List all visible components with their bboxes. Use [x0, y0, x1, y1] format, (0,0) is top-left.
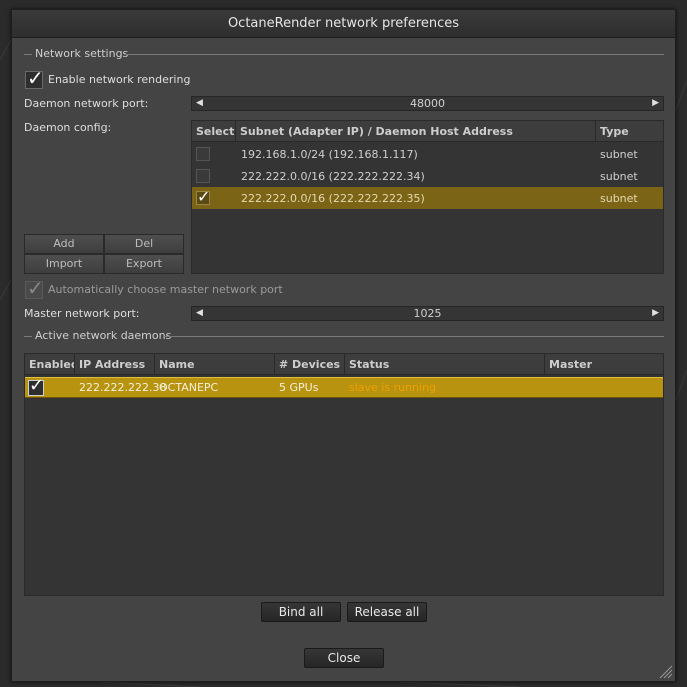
table-header: Select Subnet (Adapter IP) / Daemon Host…: [192, 121, 663, 142]
column-header-ip[interactable]: IP Address: [75, 354, 155, 375]
daemon-config-table: Select Subnet (Adapter IP) / Daemon Host…: [191, 120, 664, 274]
daemon-status-cell: slave is running: [349, 381, 437, 394]
column-header-type[interactable]: Type: [596, 121, 663, 142]
del-button[interactable]: Del: [104, 234, 184, 254]
table-row[interactable]: 192.168.1.0/24 (192.168.1.117) subnet: [192, 143, 663, 165]
type-cell: subnet: [600, 170, 638, 183]
active-daemons-table: Enabled IP Address Name # Devices Status…: [24, 353, 664, 596]
column-header-enabled[interactable]: Enabled: [25, 354, 75, 375]
daemon-name-cell: OCTANEPC: [159, 381, 219, 394]
column-header-master[interactable]: Master: [545, 354, 663, 375]
subnet-cell: 222.222.0.0/16 (222.222.222.34): [241, 170, 425, 183]
enable-network-rendering-label: Enable network rendering: [48, 73, 191, 86]
dialog-title: OctaneRender network preferences: [12, 10, 675, 38]
type-cell: subnet: [600, 148, 638, 161]
import-button[interactable]: Import: [24, 254, 104, 274]
daemon-config-label: Daemon config:: [24, 121, 112, 134]
bind-all-button[interactable]: Bind all: [261, 602, 341, 622]
daemon-port-label: Daemon network port:: [24, 97, 149, 110]
network-settings-heading: Network settings: [35, 47, 129, 60]
master-port-spinner[interactable]: ◀ 1025 ▶: [191, 306, 664, 321]
daemon-devices-cell: 5 GPUs: [279, 381, 319, 394]
column-header-name[interactable]: Name: [155, 354, 275, 375]
close-button[interactable]: Close: [304, 648, 384, 668]
increment-arrow-icon[interactable]: ▶: [652, 97, 659, 110]
auto-master-port-checkbox[interactable]: ✓: [25, 277, 44, 299]
row-select-checkbox[interactable]: [196, 169, 210, 183]
table-header: Enabled IP Address Name # Devices Status…: [25, 354, 663, 375]
subnet-cell: 222.222.0.0/16 (222.222.222.35): [241, 192, 425, 205]
column-header-select[interactable]: Select: [192, 121, 236, 142]
row-select-checkbox[interactable]: [196, 147, 210, 161]
subnet-cell: 192.168.1.0/24 (192.168.1.117): [241, 148, 418, 161]
daemon-row[interactable]: ✓ 222.222.222.38 OCTANEPC 5 GPUs slave i…: [25, 375, 663, 398]
daemon-ip-cell: 222.222.222.38: [79, 381, 167, 394]
column-header-subnet[interactable]: Subnet (Adapter IP) / Daemon Host Addres…: [236, 121, 596, 142]
decrement-arrow-icon[interactable]: ◀: [196, 97, 203, 110]
checkmark-icon: ✓: [197, 187, 211, 206]
resize-grip-icon[interactable]: [657, 663, 673, 679]
export-button[interactable]: Export: [104, 254, 184, 274]
daemon-port-spinner[interactable]: ◀ 48000 ▶: [191, 96, 664, 111]
enable-network-rendering-checkbox[interactable]: ✓: [25, 67, 44, 89]
checkmark-icon: ✓: [27, 276, 44, 300]
checkmark-icon: ✓: [29, 375, 45, 396]
release-all-button[interactable]: Release all: [347, 602, 427, 622]
checkmark-icon: ✓: [27, 66, 44, 90]
increment-arrow-icon[interactable]: ▶: [652, 307, 659, 320]
section-divider: [24, 336, 32, 337]
daemon-port-value: 48000: [410, 97, 445, 110]
add-button[interactable]: Add: [24, 234, 104, 254]
decrement-arrow-icon[interactable]: ◀: [196, 307, 203, 320]
row-select-checkbox[interactable]: ✓: [196, 187, 210, 206]
auto-master-port-label: Automatically choose master network port: [48, 283, 283, 296]
column-header-status[interactable]: Status: [345, 354, 545, 375]
preferences-dialog: OctaneRender network preferences Network…: [11, 9, 676, 682]
master-port-value: 1025: [413, 307, 442, 320]
section-divider: [163, 336, 664, 337]
section-divider: [124, 54, 664, 55]
table-row-selected[interactable]: ✓ 222.222.0.0/16 (222.222.222.35) subnet: [192, 187, 663, 209]
column-header-devices[interactable]: # Devices: [275, 354, 345, 375]
active-daemons-heading: Active network daemons: [35, 329, 172, 342]
master-port-label: Master network port:: [24, 307, 140, 320]
type-cell: subnet: [600, 192, 638, 205]
table-row[interactable]: 222.222.0.0/16 (222.222.222.34) subnet: [192, 165, 663, 187]
section-divider: [24, 54, 32, 55]
daemon-enabled-checkbox[interactable]: ✓: [28, 375, 44, 396]
